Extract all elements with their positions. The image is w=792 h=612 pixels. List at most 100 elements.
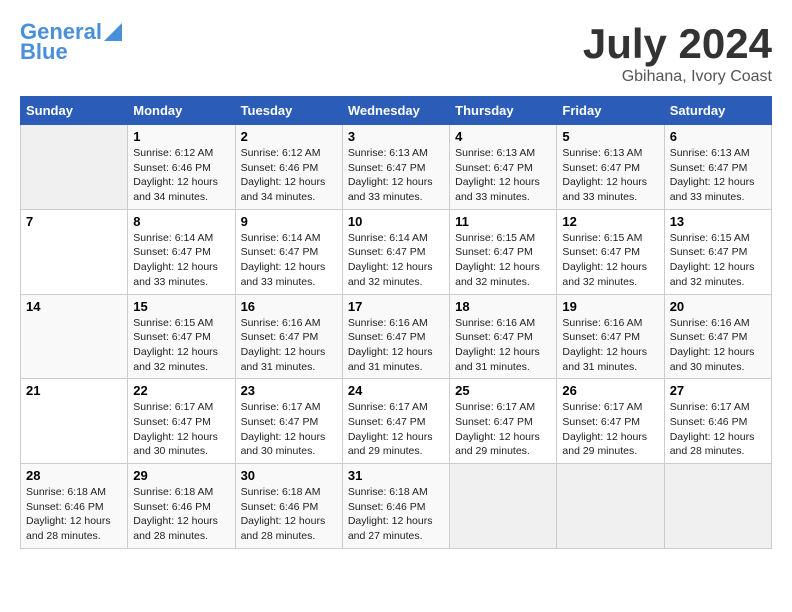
day-info: Sunrise: 6:17 AMSunset: 6:46 PMDaylight:… [670, 400, 766, 459]
day-info: Sunrise: 6:17 AMSunset: 6:47 PMDaylight:… [348, 400, 444, 459]
day-number: 20 [670, 299, 766, 314]
calendar-cell: 29 Sunrise: 6:18 AMSunset: 6:46 PMDayligh… [128, 464, 235, 549]
calendar-cell: 30 Sunrise: 6:18 AMSunset: 6:46 PMDayligh… [235, 464, 342, 549]
day-number: 1 [133, 129, 229, 144]
day-header-sunday: Sunday [21, 97, 128, 125]
day-number: 28 [26, 468, 122, 483]
day-header-thursday: Thursday [450, 97, 557, 125]
day-number: 7 [26, 214, 122, 229]
day-number: 18 [455, 299, 551, 314]
calendar-cell: 20 Sunrise: 6:16 AMSunset: 6:47 PMDayligh… [664, 294, 771, 379]
day-info: Sunrise: 6:15 AMSunset: 6:47 PMDaylight:… [670, 231, 766, 290]
day-info: Sunrise: 6:16 AMSunset: 6:47 PMDaylight:… [455, 316, 551, 375]
calendar-cell: 28 Sunrise: 6:18 AMSunset: 6:46 PMDayligh… [21, 464, 128, 549]
day-info: Sunrise: 6:12 AMSunset: 6:46 PMDaylight:… [241, 146, 337, 205]
day-number: 2 [241, 129, 337, 144]
day-number: 19 [562, 299, 658, 314]
calendar-body: 1 Sunrise: 6:12 AMSunset: 6:46 PMDaylight… [21, 125, 772, 549]
day-info: Sunrise: 6:16 AMSunset: 6:47 PMDaylight:… [241, 316, 337, 375]
day-info: Sunrise: 6:15 AMSunset: 6:47 PMDaylight:… [455, 231, 551, 290]
day-header-wednesday: Wednesday [342, 97, 449, 125]
day-number: 16 [241, 299, 337, 314]
day-number: 22 [133, 383, 229, 398]
day-info: Sunrise: 6:13 AMSunset: 6:47 PMDaylight:… [670, 146, 766, 205]
calendar-cell: 22 Sunrise: 6:17 AMSunset: 6:47 PMDayligh… [128, 379, 235, 464]
day-number: 5 [562, 129, 658, 144]
calendar-cell: 13 Sunrise: 6:15 AMSunset: 6:47 PMDayligh… [664, 209, 771, 294]
day-number: 14 [26, 299, 122, 314]
title-block: July 2024 Gbihana, Ivory Coast [583, 20, 772, 86]
calendar-cell: 21 [21, 379, 128, 464]
calendar-cell: 15 Sunrise: 6:15 AMSunset: 6:47 PMDayligh… [128, 294, 235, 379]
day-header-friday: Friday [557, 97, 664, 125]
calendar-cell: 8 Sunrise: 6:14 AMSunset: 6:47 PMDaylight… [128, 209, 235, 294]
day-number: 24 [348, 383, 444, 398]
calendar-cell: 11 Sunrise: 6:15 AMSunset: 6:47 PMDayligh… [450, 209, 557, 294]
calendar-cell: 4Sunrise: 6:13 AMSunset: 6:47 PMDaylight… [450, 125, 557, 210]
calendar-cell [450, 464, 557, 549]
day-number: 15 [133, 299, 229, 314]
day-info: Sunrise: 6:17 AMSunset: 6:47 PMDaylight:… [455, 400, 551, 459]
calendar-cell: 7 [21, 209, 128, 294]
day-number: 10 [348, 214, 444, 229]
day-info: Sunrise: 6:14 AMSunset: 6:47 PMDaylight:… [348, 231, 444, 290]
calendar-cell: 1 Sunrise: 6:12 AMSunset: 6:46 PMDaylight… [128, 125, 235, 210]
day-info: Sunrise: 6:14 AMSunset: 6:47 PMDaylight:… [133, 231, 229, 290]
calendar-cell: 14 [21, 294, 128, 379]
day-number: 29 [133, 468, 229, 483]
day-info: Sunrise: 6:17 AMSunset: 6:47 PMDaylight:… [241, 400, 337, 459]
day-number: 31 [348, 468, 444, 483]
calendar-cell: 26Sunrise: 6:17 AMSunset: 6:47 PMDayligh… [557, 379, 664, 464]
day-info: Sunrise: 6:16 AMSunset: 6:47 PMDaylight:… [670, 316, 766, 375]
day-info: Sunrise: 6:18 AMSunset: 6:46 PMDaylight:… [133, 485, 229, 544]
day-info: Sunrise: 6:13 AMSunset: 6:47 PMDaylight:… [348, 146, 444, 205]
logo-subtext: Blue [20, 40, 68, 64]
day-info: Sunrise: 6:16 AMSunset: 6:47 PMDaylight:… [562, 316, 658, 375]
calendar-table: SundayMondayTuesdayWednesdayThursdayFrid… [20, 96, 772, 549]
day-info: Sunrise: 6:18 AMSunset: 6:46 PMDaylight:… [241, 485, 337, 544]
calendar-cell: 6 Sunrise: 6:13 AMSunset: 6:47 PMDaylight… [664, 125, 771, 210]
day-info: Sunrise: 6:17 AMSunset: 6:47 PMDaylight:… [133, 400, 229, 459]
day-info: Sunrise: 6:18 AMSunset: 6:46 PMDaylight:… [26, 485, 122, 544]
day-number: 8 [133, 214, 229, 229]
calendar-cell [557, 464, 664, 549]
day-number: 30 [241, 468, 337, 483]
day-info: Sunrise: 6:12 AMSunset: 6:46 PMDaylight:… [133, 146, 229, 205]
day-number: 23 [241, 383, 337, 398]
day-info: Sunrise: 6:15 AMSunset: 6:47 PMDaylight:… [562, 231, 658, 290]
calendar-cell: 3 Sunrise: 6:13 AMSunset: 6:47 PMDaylight… [342, 125, 449, 210]
day-number: 3 [348, 129, 444, 144]
day-number: 6 [670, 129, 766, 144]
day-info: Sunrise: 6:17 AMSunset: 6:47 PMDaylight:… [562, 400, 658, 459]
day-info: Sunrise: 6:14 AMSunset: 6:47 PMDaylight:… [241, 231, 337, 290]
calendar-cell: 24 Sunrise: 6:17 AMSunset: 6:47 PMDayligh… [342, 379, 449, 464]
day-header-monday: Monday [128, 97, 235, 125]
day-number: 9 [241, 214, 337, 229]
day-info: Sunrise: 6:13 AMSunset: 6:47 PMDaylight:… [562, 146, 658, 205]
calendar-cell: 16 Sunrise: 6:16 AMSunset: 6:47 PMDayligh… [235, 294, 342, 379]
day-header-saturday: Saturday [664, 97, 771, 125]
calendar-cell: 10 Sunrise: 6:14 AMSunset: 6:47 PMDayligh… [342, 209, 449, 294]
day-header-tuesday: Tuesday [235, 97, 342, 125]
day-number: 17 [348, 299, 444, 314]
calendar-cell: 17Sunrise: 6:16 AMSunset: 6:47 PMDayligh… [342, 294, 449, 379]
calendar-week-3: 14 15 Sunrise: 6:15 AMSunset: 6:47 PMDayli… [21, 294, 772, 379]
day-number: 12 [562, 214, 658, 229]
calendar-cell: 9 Sunrise: 6:14 AMSunset: 6:47 PMDaylight… [235, 209, 342, 294]
day-info: Sunrise: 6:15 AMSunset: 6:47 PMDaylight:… [133, 316, 229, 375]
calendar-cell: 19 Sunrise: 6:16 AMSunset: 6:47 PMDayligh… [557, 294, 664, 379]
calendar-cell: 12 Sunrise: 6:15 AMSunset: 6:47 PMDayligh… [557, 209, 664, 294]
calendar-cell [21, 125, 128, 210]
day-info: Sunrise: 6:13 AMSunset: 6:47 PMDaylight:… [455, 146, 551, 205]
calendar-cell: 5 Sunrise: 6:13 AMSunset: 6:47 PMDaylight… [557, 125, 664, 210]
location: Gbihana, Ivory Coast [583, 68, 772, 86]
calendar-cell: 23 Sunrise: 6:17 AMSunset: 6:47 PMDayligh… [235, 379, 342, 464]
day-number: 13 [670, 214, 766, 229]
calendar-header-row: SundayMondayTuesdayWednesdayThursdayFrid… [21, 97, 772, 125]
day-number: 27 [670, 383, 766, 398]
day-number: 11 [455, 214, 551, 229]
calendar-cell: 18 Sunrise: 6:16 AMSunset: 6:47 PMDayligh… [450, 294, 557, 379]
calendar-week-5: 28 Sunrise: 6:18 AMSunset: 6:46 PMDayligh… [21, 464, 772, 549]
calendar-cell: 2 Sunrise: 6:12 AMSunset: 6:46 PMDaylight… [235, 125, 342, 210]
logo: General Blue [20, 20, 122, 64]
